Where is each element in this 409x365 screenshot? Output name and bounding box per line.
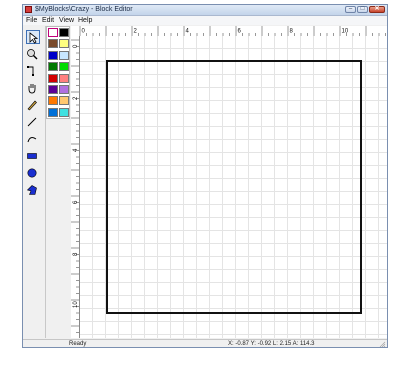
zoom-tool-button[interactable] bbox=[26, 47, 40, 61]
ruler-label: 6 bbox=[73, 200, 79, 204]
reshape-tool-icon bbox=[27, 66, 34, 76]
color-swatch[interactable] bbox=[59, 62, 69, 72]
drawing-canvas[interactable] bbox=[80, 36, 387, 338]
color-swatch[interactable] bbox=[59, 39, 69, 49]
curve-tool-icon bbox=[27, 137, 37, 143]
ruler-label: 6 bbox=[238, 29, 242, 35]
color-swatch[interactable] bbox=[48, 62, 58, 72]
block-outline[interactable] bbox=[106, 60, 362, 314]
menu-view[interactable]: View bbox=[59, 16, 74, 25]
color-swatch[interactable] bbox=[48, 50, 58, 60]
freehand-tool-icon bbox=[27, 100, 37, 111]
ruler-label: 4 bbox=[73, 148, 79, 152]
menu-bar: File Edit View Help bbox=[23, 16, 387, 25]
arrow-tool-icon bbox=[29, 32, 39, 44]
color-swatch[interactable] bbox=[59, 107, 69, 117]
ruler-label: 0 bbox=[82, 29, 86, 35]
ruler-label: 10 bbox=[342, 29, 349, 35]
ellipse-tool-button[interactable] bbox=[26, 166, 40, 180]
minimize-button[interactable]: – bbox=[345, 6, 356, 13]
status-bar: Ready X: -0.87 Y: -0.92 L: 2.15 A: 114.3 bbox=[23, 339, 387, 348]
menu-help[interactable]: Help bbox=[78, 16, 92, 25]
line-tool-button[interactable] bbox=[26, 115, 40, 129]
zoom-tool-icon bbox=[27, 49, 38, 60]
color-swatch[interactable] bbox=[59, 96, 69, 106]
polygon-tool-button[interactable] bbox=[26, 183, 40, 197]
freehand-tool-button[interactable] bbox=[26, 98, 40, 112]
color-swatch[interactable] bbox=[59, 73, 69, 83]
color-swatch[interactable] bbox=[59, 85, 69, 94]
menu-file[interactable]: File bbox=[26, 16, 37, 25]
polygon-tool-icon bbox=[26, 185, 37, 195]
window-title: $MyBlocks\Crazy - Block Editor bbox=[35, 6, 133, 13]
rectangle-tool-button[interactable] bbox=[26, 149, 40, 163]
color-swatch[interactable] bbox=[59, 28, 69, 37]
arrow-tool-button[interactable] bbox=[26, 30, 40, 44]
block-editor-window: $MyBlocks\Crazy - Block Editor – □ ✕ Fil… bbox=[22, 4, 388, 348]
color-swatch[interactable] bbox=[48, 85, 58, 94]
maximize-button[interactable]: □ bbox=[357, 6, 368, 13]
color-swatch[interactable] bbox=[59, 50, 69, 60]
status-coordinates: X: -0.87 Y: -0.92 L: 2.15 A: 114.3 bbox=[228, 341, 315, 347]
ruler-label: 2 bbox=[73, 96, 79, 100]
hand-tool-icon bbox=[28, 84, 36, 94]
curve-tool-button[interactable] bbox=[26, 132, 40, 146]
app-icon bbox=[25, 6, 32, 13]
color-swatch[interactable] bbox=[48, 73, 58, 83]
menu-edit[interactable]: Edit bbox=[42, 16, 54, 25]
color-palette bbox=[46, 26, 70, 119]
ruler-label: 2 bbox=[134, 29, 138, 35]
reshape-tool-button[interactable] bbox=[26, 64, 40, 78]
status-ready: Ready bbox=[69, 341, 87, 347]
ruler-label: 0 bbox=[73, 44, 79, 48]
ruler-label: 10 bbox=[73, 301, 79, 308]
tool-palette bbox=[23, 26, 46, 338]
ellipse-tool-icon bbox=[27, 168, 37, 178]
left-ruler: 0 2 4 6 8 10 bbox=[71, 36, 80, 338]
color-swatch[interactable] bbox=[48, 96, 58, 106]
close-button[interactable]: ✕ bbox=[369, 6, 385, 13]
color-swatch[interactable] bbox=[48, 107, 58, 117]
color-swatch[interactable] bbox=[48, 28, 58, 37]
title-bar: $MyBlocks\Crazy - Block Editor – □ ✕ bbox=[23, 5, 387, 16]
ruler-label: 8 bbox=[73, 252, 79, 256]
ruler-label: 4 bbox=[186, 29, 190, 35]
line-tool-icon bbox=[27, 117, 37, 127]
resize-grip-icon[interactable] bbox=[379, 341, 386, 348]
rectangle-tool-icon bbox=[27, 153, 37, 159]
hand-tool-button[interactable] bbox=[26, 81, 40, 95]
color-swatch[interactable] bbox=[48, 39, 58, 49]
ruler-label: 8 bbox=[290, 29, 294, 35]
